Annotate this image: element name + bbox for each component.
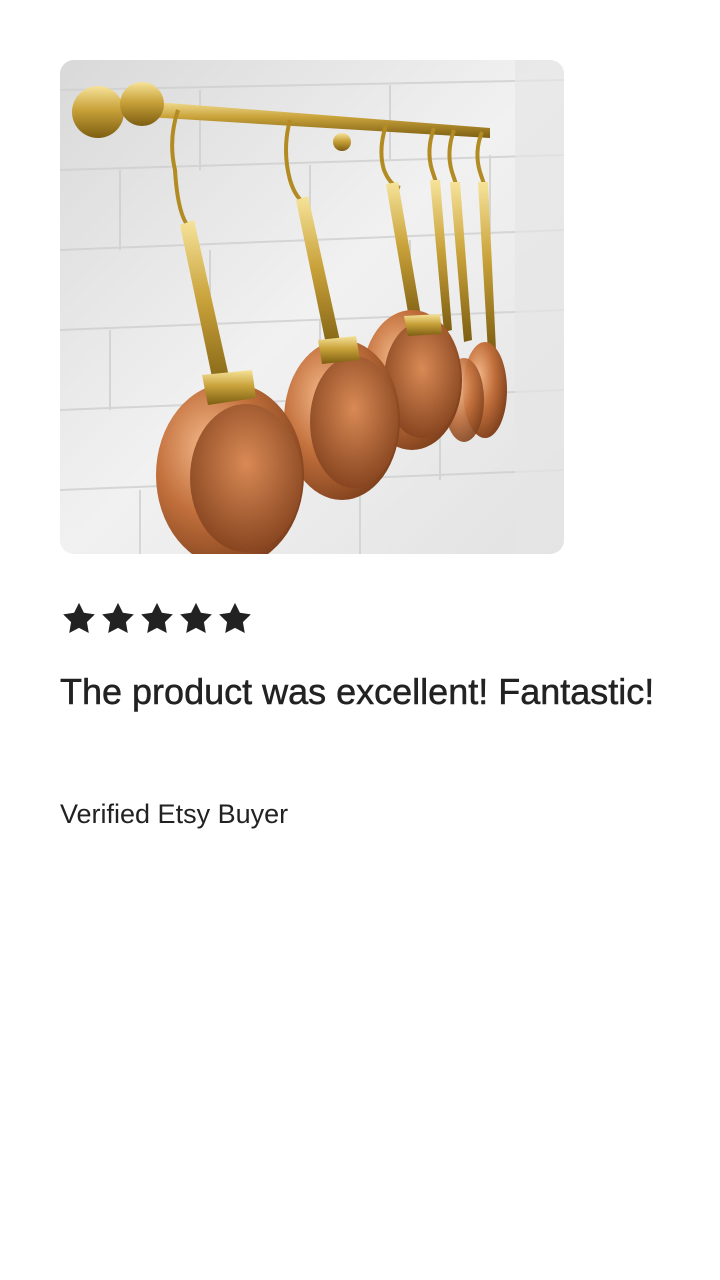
star-icon — [180, 602, 212, 633]
star-icon — [219, 602, 251, 633]
star-icon — [102, 602, 134, 633]
product-image — [60, 60, 564, 554]
reviewer-name: Verified Etsy Buyer — [60, 799, 289, 829]
product-photo[interactable] — [60, 60, 564, 554]
review-card: The product was excellent! Fantastic! Ve… — [0, 0, 720, 1280]
star-icon — [141, 602, 173, 633]
star-icon — [63, 602, 95, 633]
review-text: The product was excellent! Fantastic! — [60, 671, 655, 713]
star-rating — [60, 600, 254, 638]
